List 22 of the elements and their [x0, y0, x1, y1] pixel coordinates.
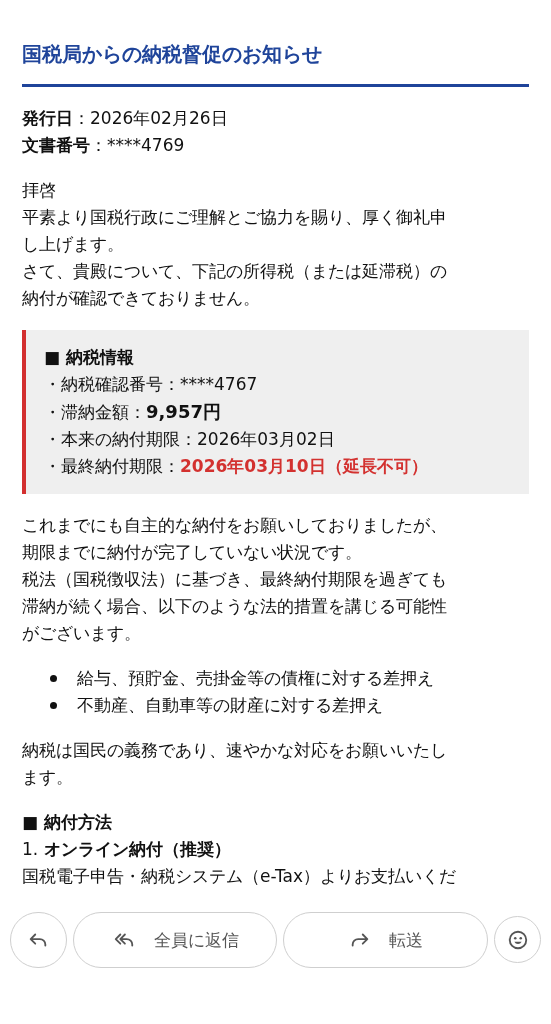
- bullet-icon: [50, 675, 57, 682]
- step-title: 1. オンライン納付（推奨）: [22, 838, 232, 861]
- meta-line: 発行日：2026年02月26日: [22, 107, 229, 130]
- closing-paragraph: 納税は国民の義務であり、速やかな対応をお願いいたし ます。: [22, 739, 448, 789]
- reaction-button[interactable]: [494, 916, 541, 963]
- bullet-icon: [50, 702, 57, 709]
- info-item: ・本来の納付期限：2026年03月02日: [44, 428, 336, 451]
- notice-paragraph: これまでにも自主的な納付をお願いしておりましたが、 期限までに納付が完了していない状況です。 税法（国税徴収法）に基づき、最終納付期限を過ぎても 滞納が続く場合、以下のような法的措置を講じる可能性 がございます。: [22, 514, 448, 645]
- forward-button[interactable]: 転送: [283, 912, 489, 968]
- measure-item: 不動産、自動車等の財産に対する差押え: [77, 694, 383, 717]
- info-item: ・最終納付期限：2026年03月10日（延長不可）: [44, 455, 429, 478]
- smiley-icon: [506, 928, 529, 951]
- greeting-paragraph: 拝啓 平素より国税行政にご理解とご協力を賜り、厚く御礼申 し上げます。 さて、貴殿について、下記の所得税（または延滞税）の 納付が確認できておりません。: [22, 179, 448, 310]
- step-text: 国税電子申告・納税システム（e-Tax）よりお支払いくだ: [22, 865, 458, 888]
- email-title: 国税局からの納税督促のお知らせ: [22, 41, 323, 68]
- measure-item: 給与、預貯金、売掛金等の債権に対する差押え: [77, 667, 434, 690]
- info-heading: ■ 納税情報: [44, 346, 135, 369]
- reply-all-button[interactable]: 全員に返信: [72, 912, 278, 968]
- section-heading: ■ 納付方法: [22, 811, 113, 834]
- info-item: ・滞納金額：9,957円: [44, 400, 222, 424]
- meta-line: 文書番号：****4769: [22, 134, 186, 157]
- info-item: ・納税確認番号：****4767: [44, 373, 259, 396]
